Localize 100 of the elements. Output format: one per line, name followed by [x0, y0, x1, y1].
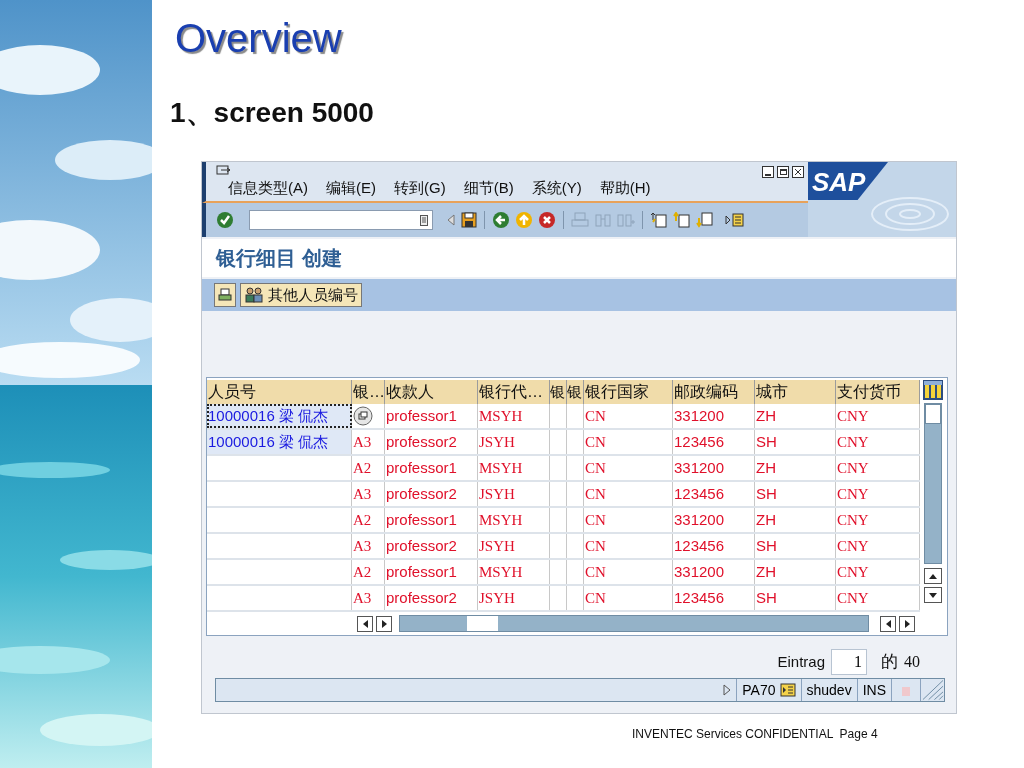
check-icon[interactable] [216, 211, 234, 229]
table-cell: JSYH [478, 482, 550, 506]
printer-icon [218, 288, 232, 302]
left-arrow-icon[interactable] [446, 213, 456, 227]
table-cell: CN [584, 508, 673, 532]
table-cell: 331200 [673, 560, 755, 584]
table-cell: ZH [755, 456, 836, 480]
table-cell: 123456 [673, 534, 755, 558]
cancel-icon[interactable] [538, 211, 556, 229]
maximize-button[interactable] [777, 166, 789, 178]
table-cell: professor2 [385, 586, 478, 610]
resize-grip-icon[interactable] [920, 679, 944, 701]
table-cell: MSYH [478, 456, 550, 480]
table-cell: A2 [352, 456, 385, 480]
play-icon[interactable] [722, 683, 733, 697]
value-help-icon[interactable] [353, 406, 373, 426]
column-header[interactable]: 邮政编码 [673, 380, 755, 404]
command-field[interactable] [249, 210, 433, 230]
menu-item[interactable]: 帮助(H) [599, 178, 651, 198]
column-header[interactable]: 银 [550, 380, 567, 404]
table-cell: JSYH [478, 586, 550, 610]
binoculars-icon [594, 212, 612, 228]
table-cell: CNY [836, 534, 920, 558]
system-name: shudev [806, 680, 852, 700]
scroll-right-button[interactable] [376, 615, 392, 632]
column-settings-icon[interactable] [923, 380, 943, 400]
table-cell: ZH [755, 560, 836, 584]
scroll-right-button[interactable] [899, 615, 915, 632]
slide-title: Overview [175, 15, 343, 62]
table-cell: JSYH [478, 534, 550, 558]
menu-item[interactable]: 转到(G) [394, 178, 446, 198]
column-header[interactable]: 银行代… [478, 380, 550, 404]
table-cell: CNY [836, 404, 920, 428]
column-header[interactable]: 支付货币 [836, 380, 920, 404]
table-cell: A3 [352, 482, 385, 506]
column-header[interactable]: 银 [567, 380, 584, 404]
menu-item[interactable]: 编辑(E) [326, 178, 376, 198]
table-cell: MSYH [478, 404, 550, 428]
table-cell: A3 [352, 586, 385, 610]
table-cell: ZH [755, 508, 836, 532]
table-cell: SH [755, 430, 836, 454]
table-cell: A3 [352, 430, 385, 454]
save-icon[interactable] [461, 212, 477, 228]
previous-page-icon[interactable] [673, 212, 691, 228]
print-button[interactable] [214, 283, 236, 307]
list-icon[interactable] [779, 683, 796, 697]
table-cell: 123456 [673, 482, 755, 506]
vertical-scrollbar[interactable] [924, 403, 942, 564]
menu-item[interactable]: 信息类型(A) [228, 178, 308, 198]
slide-footer: INVENTEC Services CONFIDENTIAL Page 4 [632, 725, 1024, 743]
column-header[interactable]: 人员号 [207, 380, 352, 404]
entry-of-text: 的 [881, 651, 898, 674]
other-personnel-button[interactable]: 其他人员编号 [240, 283, 362, 307]
menu-item[interactable]: 细节(B) [463, 178, 514, 198]
screen-title: 银行细目 创建 [216, 246, 342, 271]
horizontal-scrollbar[interactable] [399, 615, 869, 632]
layout-menu-icon[interactable] [725, 212, 745, 228]
column-header[interactable]: 收款人 [385, 380, 478, 404]
column-header[interactable]: 城市 [755, 380, 836, 404]
dropdown-icon[interactable] [420, 214, 428, 226]
personnel-field[interactable]: 10000016 梁 侃杰 [207, 404, 352, 428]
right-arrow-icon [381, 619, 387, 628]
table-cell: CNY [836, 586, 920, 610]
scroll-left-button[interactable] [880, 615, 896, 632]
personnel-field[interactable]: 10000016 梁 侃杰 [207, 430, 352, 454]
scroll-up-button[interactable] [924, 568, 942, 584]
next-page-icon[interactable] [696, 212, 714, 228]
print-icon [571, 212, 589, 228]
table-cell: CN [584, 482, 673, 506]
entry-field[interactable]: 1 [831, 649, 867, 675]
table-cell: professor1 [385, 560, 478, 584]
slide-subtitle: 1、screen 5000 [170, 96, 375, 130]
table-cell: CN [584, 534, 673, 558]
table-cell: ZH [755, 404, 836, 428]
menu-item[interactable]: 系统(Y) [531, 178, 582, 198]
table-cell: 331200 [673, 404, 755, 428]
scroll-left-button[interactable] [357, 615, 373, 632]
table-cell: 331200 [673, 508, 755, 532]
column-header[interactable]: 银行国家 [584, 380, 673, 404]
first-page-icon[interactable] [650, 212, 668, 228]
minimize-button[interactable] [762, 166, 774, 178]
table-cell: professor1 [385, 404, 478, 428]
table-cell: CN [584, 456, 673, 480]
table-cell: CNY [836, 456, 920, 480]
table-cell: CN [584, 404, 673, 428]
column-header[interactable]: 银… [352, 380, 385, 404]
table-cell: CNY [836, 560, 920, 584]
table-cell: MSYH [478, 560, 550, 584]
table-cell: CNY [836, 508, 920, 532]
table-cell: JSYH [478, 430, 550, 454]
scroll-down-button[interactable] [924, 587, 942, 603]
menu-icon[interactable] [216, 165, 232, 177]
back-icon[interactable] [492, 211, 510, 229]
table-cell: MSYH [478, 508, 550, 532]
right-arrow-icon [904, 619, 910, 628]
table-cell: A2 [352, 560, 385, 584]
people-icon [244, 287, 264, 303]
table-cell: CNY [836, 430, 920, 454]
close-button[interactable] [792, 166, 804, 178]
table-cell: 123456 [673, 430, 755, 454]
